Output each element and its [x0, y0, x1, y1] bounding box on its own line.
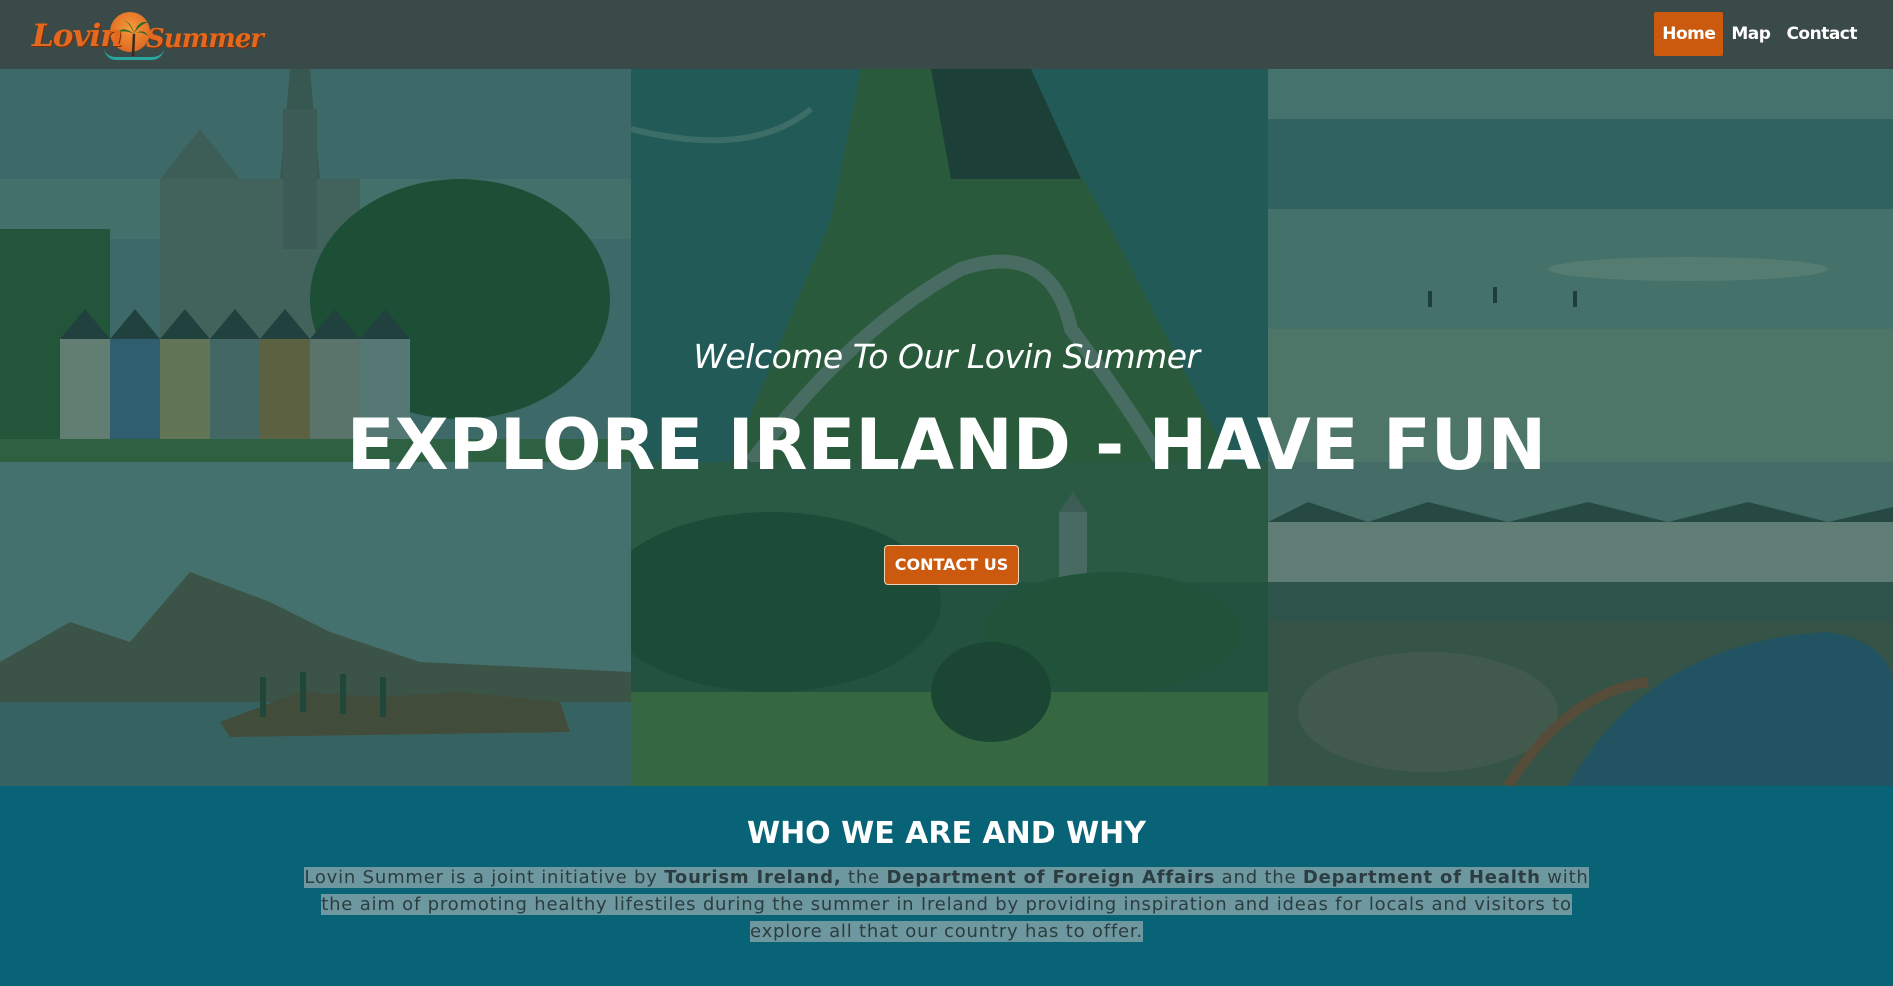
hero-welcome: Welcome To Our Lovin Summer: [693, 337, 1200, 376]
hero-headline: EXPLORE IRELAND - HAVE FUN: [346, 404, 1547, 486]
nav-item-map[interactable]: Map: [1723, 12, 1778, 56]
nav-item-home[interactable]: Home: [1654, 12, 1724, 56]
hero-section: Welcome To Our Lovin Summer EXPLORE IREL…: [0, 69, 1893, 786]
logo-text-right: Summer: [146, 24, 264, 54]
nav-links: Home Map Contact: [1654, 12, 1865, 56]
logo[interactable]: Lovin Summer: [30, 4, 264, 64]
about-paragraph: Lovin Summer is a joint initiative by To…: [304, 867, 1589, 942]
about-section: WHO WE ARE AND WHY Lovin Summer is a joi…: [0, 786, 1893, 986]
nav-item-contact[interactable]: Contact: [1778, 12, 1865, 56]
navbar: Lovin Summer Home Map Contact: [0, 0, 1893, 69]
logo-text-left: Lovin: [32, 18, 123, 54]
about-title: WHO WE ARE AND WHY: [746, 816, 1147, 851]
contact-us-button[interactable]: CONTACT US: [884, 545, 1019, 585]
